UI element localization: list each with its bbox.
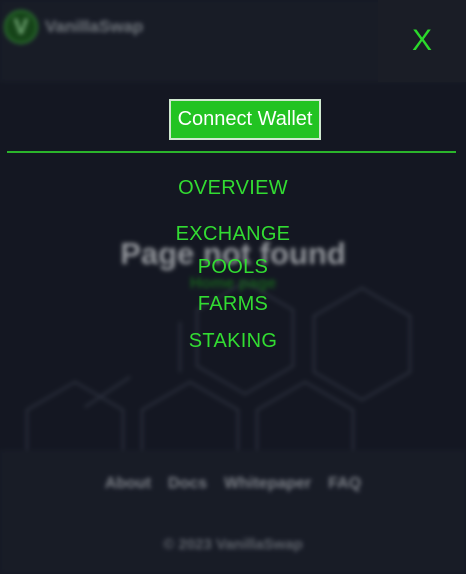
nav-item-farms[interactable]: FARMS: [0, 293, 466, 316]
close-icon: X: [411, 24, 432, 57]
menu-divider: [7, 151, 456, 153]
nav-item-pools[interactable]: POOLS: [0, 256, 466, 279]
connect-wallet-button[interactable]: Connect Wallet: [169, 99, 321, 140]
close-menu-button[interactable]: X: [378, 0, 466, 82]
menu-overlay: [0, 0, 466, 574]
nav-item-overview[interactable]: OVERVIEW: [0, 177, 466, 200]
nav-item-staking[interactable]: STAKING: [0, 330, 466, 353]
nav-item-exchange[interactable]: EXCHANGE: [0, 223, 466, 246]
app-page: V VanillaSwap Page not found Home page A…: [0, 0, 466, 574]
